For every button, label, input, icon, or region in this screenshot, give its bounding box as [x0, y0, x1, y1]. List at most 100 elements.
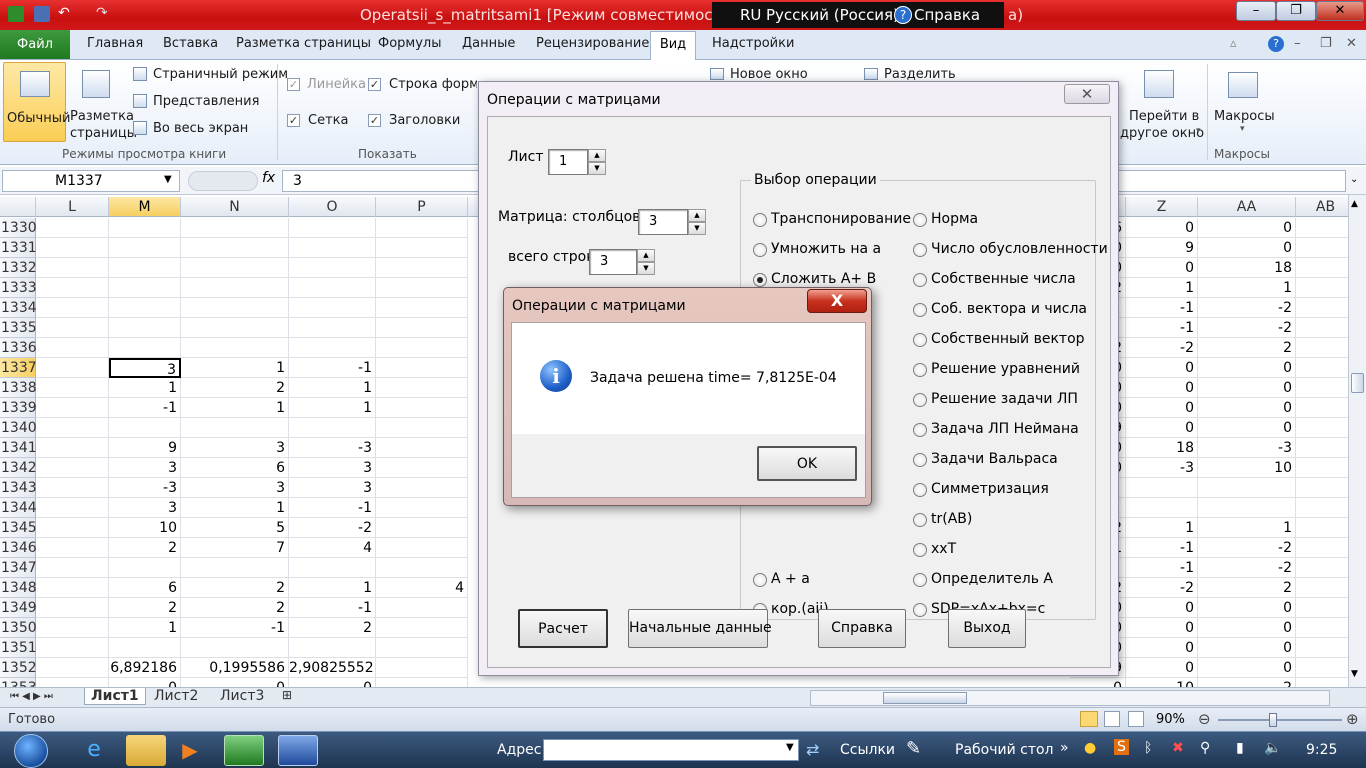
columns-stepper[interactable]: ▲ ▼ — [688, 209, 706, 235]
grid-cell[interactable] — [1296, 598, 1348, 618]
grid-cell[interactable]: 0 — [1198, 618, 1296, 638]
grid-cell[interactable]: 3 — [109, 458, 181, 478]
switch-windows-label-2[interactable]: другое окно — [1120, 126, 1204, 141]
dialog-close-button[interactable]: ✕ — [1064, 84, 1110, 104]
grid-cell[interactable]: 1 — [109, 378, 181, 398]
stepper-down-icon[interactable]: ▼ — [688, 222, 706, 235]
vertical-scroll-thumb[interactable] — [1351, 373, 1364, 393]
sheet-tab-3[interactable]: Лист3 — [220, 688, 264, 704]
grid-cell[interactable]: -1 — [1126, 298, 1198, 318]
operation-radio[interactable] — [913, 423, 927, 437]
row-header[interactable]: 1342 — [0, 458, 37, 478]
columns-input[interactable]: 3 — [638, 209, 688, 235]
grid-cell[interactable] — [1296, 498, 1348, 518]
grid-cell[interactable]: 0 — [1126, 218, 1198, 238]
mini-close-icon[interactable]: ✕ — [1346, 36, 1357, 51]
operation-radio[interactable] — [753, 573, 767, 587]
grid-cell[interactable]: -2 — [1198, 558, 1296, 578]
grid-cell[interactable] — [36, 558, 109, 578]
grid-cell[interactable] — [376, 278, 468, 298]
grid-cell[interactable]: 1 — [289, 578, 376, 598]
grid-cell[interactable] — [289, 338, 376, 358]
grid-cell[interactable] — [109, 298, 181, 318]
grid-cell[interactable] — [36, 638, 109, 658]
tab-view[interactable]: Вид — [650, 31, 696, 61]
grid-cell[interactable] — [181, 638, 289, 658]
grid-cell[interactable]: 10 — [109, 518, 181, 538]
name-box[interactable]: M1337 — [2, 170, 180, 192]
macros-dropdown-icon[interactable]: ▾ — [1240, 124, 1245, 134]
operation-label[interactable]: Соб. вектора и числа — [931, 301, 1087, 317]
operation-radio[interactable] — [913, 573, 927, 587]
custom-views[interactable]: Представления — [153, 94, 259, 109]
start-button-icon[interactable] — [14, 734, 48, 768]
grid-cell[interactable]: 0 — [1198, 398, 1296, 418]
row-header[interactable]: 1336 — [0, 338, 37, 358]
grid-cell[interactable]: 0 — [1126, 598, 1198, 618]
row-header[interactable]: 1353 — [0, 678, 37, 687]
grid-cell[interactable]: 1 — [289, 378, 376, 398]
grid-cell[interactable]: 4 — [289, 538, 376, 558]
grid-cell[interactable]: 2 — [109, 598, 181, 618]
restore-button[interactable]: ❐ — [1276, 1, 1316, 21]
normal-view-status-icon[interactable] — [1080, 711, 1098, 727]
formula-bar-checkbox[interactable]: ✓ — [368, 78, 381, 91]
grid-cell[interactable] — [36, 578, 109, 598]
grid-cell[interactable]: 3 — [109, 498, 181, 518]
zoom-in-icon[interactable]: ⊕ — [1346, 710, 1359, 728]
grid-cell[interactable]: 0 — [1126, 398, 1198, 418]
row-header[interactable]: 1333 — [0, 278, 37, 298]
new-window-button[interactable]: Новое окно — [730, 67, 808, 82]
grid-cell[interactable] — [376, 518, 468, 538]
grid-cell[interactable] — [1296, 538, 1348, 558]
tab-home[interactable]: Главная — [87, 36, 143, 51]
insert-function-icon[interactable]: fx — [262, 170, 275, 186]
grid-cell[interactable] — [1296, 558, 1348, 578]
grid-cell[interactable] — [1296, 238, 1348, 258]
grid-cell[interactable]: -1 — [1126, 318, 1198, 338]
grid-cell[interactable] — [181, 278, 289, 298]
grid-cell[interactable]: -1 — [109, 398, 181, 418]
address-dropdown-icon[interactable]: ▼ — [786, 742, 794, 753]
page-layout-icon[interactable] — [82, 70, 110, 98]
grid-cell[interactable]: -2 — [1126, 578, 1198, 598]
grid-cell[interactable] — [36, 218, 109, 238]
clock[interactable]: 9:25 — [1306, 742, 1337, 758]
help-circle-icon[interactable]: ? — [1268, 36, 1284, 52]
grid-cell[interactable] — [376, 478, 468, 498]
redo-icon[interactable]: ↷ — [96, 6, 112, 22]
grid-cell[interactable] — [1198, 478, 1296, 498]
stepper-up-icon[interactable]: ▲ — [637, 249, 655, 262]
desktop-toolbar[interactable]: Рабочий стол — [955, 742, 1054, 758]
grid-cell[interactable]: 2 — [181, 598, 289, 618]
grid-cell[interactable] — [109, 318, 181, 338]
grid-cell[interactable] — [376, 438, 468, 458]
insert-sheet-icon[interactable]: ⊞ — [282, 688, 292, 702]
grid-cell[interactable] — [289, 298, 376, 318]
grid-cell[interactable]: 2 — [1198, 678, 1296, 687]
grid-cell[interactable]: -3 — [1198, 438, 1296, 458]
grid-cell[interactable] — [36, 658, 109, 678]
usb-icon[interactable]: ⚲ — [1200, 740, 1210, 756]
address-input[interactable] — [543, 739, 799, 761]
grid-cell[interactable] — [376, 358, 468, 378]
grid-cell[interactable]: 0 — [1198, 598, 1296, 618]
operation-label[interactable]: Решение задачи ЛП — [931, 391, 1078, 407]
sheet-input[interactable]: 1 — [548, 149, 588, 175]
operation-label[interactable]: Решение уравнений — [931, 361, 1080, 377]
grid-cell[interactable]: 1 — [109, 618, 181, 638]
grid-cell[interactable] — [376, 398, 468, 418]
grid-cell[interactable]: 0,1995586 — [181, 658, 289, 678]
grid-cell[interactable]: -1 — [1126, 558, 1198, 578]
grid-cell[interactable] — [36, 418, 109, 438]
macros-button[interactable]: Макросы — [1214, 109, 1275, 124]
grid-cell[interactable]: 0 — [1198, 658, 1296, 678]
grid-cell[interactable] — [1296, 578, 1348, 598]
switch-windows-label-1[interactable]: Перейти в — [1129, 109, 1199, 124]
operation-label[interactable]: Симметризация — [931, 481, 1049, 497]
stepper-down-icon[interactable]: ▼ — [637, 262, 655, 275]
grid-cell[interactable] — [36, 338, 109, 358]
grid-cell[interactable] — [36, 538, 109, 558]
grid-cell[interactable]: 6 — [181, 458, 289, 478]
zoom-level[interactable]: 90% — [1156, 712, 1185, 727]
